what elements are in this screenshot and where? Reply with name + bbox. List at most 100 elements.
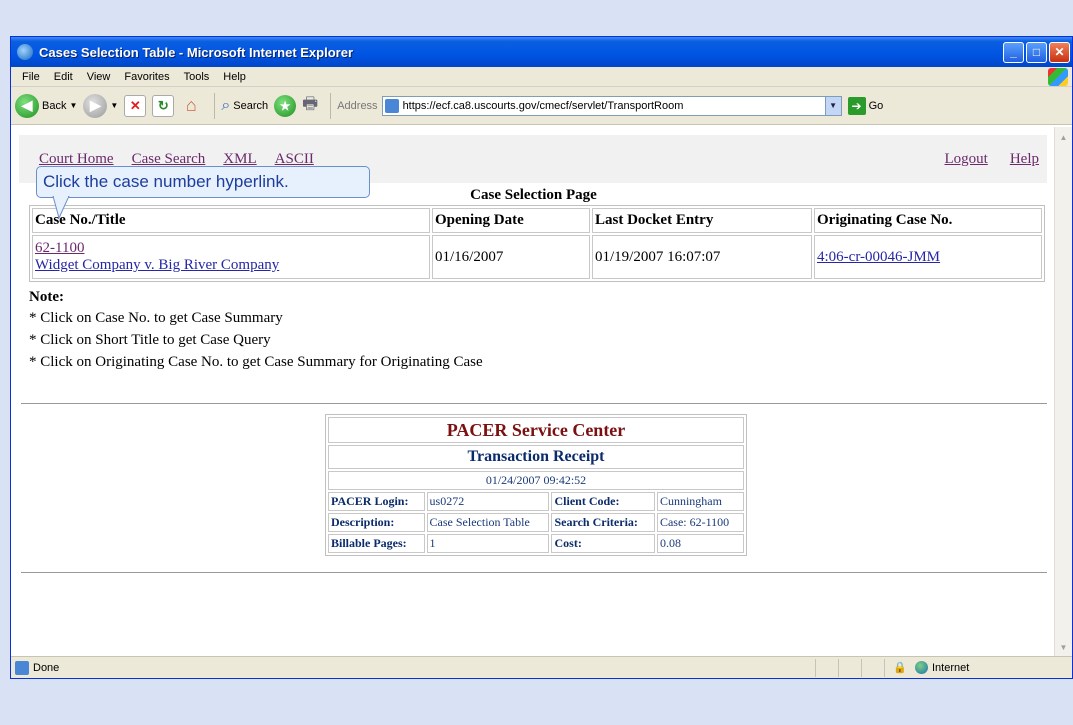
status-divider bbox=[884, 658, 886, 677]
originating-cell: 4:06-cr-00046-JMM bbox=[814, 235, 1042, 279]
receipt-key: Client Code: bbox=[551, 492, 655, 511]
maximize-button[interactable]: □ bbox=[1026, 41, 1047, 63]
table-row: 62-1100 Widget Company v. Big River Comp… bbox=[32, 235, 1042, 279]
note-line: * Click on Originating Case No. to get C… bbox=[29, 354, 483, 370]
toolbar-divider bbox=[214, 92, 216, 119]
address-url[interactable]: https://ecf.ca8.uscourts.gov/cmecf/servl… bbox=[403, 100, 684, 112]
ascii-link[interactable]: ASCII bbox=[275, 151, 314, 168]
printer-icon: 🖶 bbox=[302, 94, 319, 113]
go-button[interactable]: ➔ Go bbox=[847, 96, 884, 115]
receipt-key: Search Criteria: bbox=[551, 513, 655, 532]
window-controls: _ □ ✕ bbox=[1003, 41, 1072, 63]
security-zone: Internet bbox=[932, 661, 970, 674]
menu-favorites[interactable]: Favorites bbox=[117, 71, 176, 83]
column-header: Opening Date bbox=[432, 208, 590, 233]
search-button[interactable]: ⌕ Search bbox=[221, 97, 268, 115]
toolbar: ◀ Back ▼ ▶ ▼ ✕ ↻ ⌂ ⌕ Search ★ 🖶 Address bbox=[11, 87, 1072, 125]
page-status-icon bbox=[15, 660, 29, 675]
receipt-value: 1 bbox=[426, 534, 550, 553]
go-arrow-icon: ➔ bbox=[847, 96, 866, 115]
logout-link[interactable]: Logout bbox=[944, 151, 987, 168]
receipt-row: PACER Login: us0272 Client Code: Cunning… bbox=[328, 492, 744, 511]
receipt-value: us0272 bbox=[426, 492, 550, 511]
last-docket-cell: 01/19/2007 16:07:07 bbox=[592, 235, 812, 279]
case-number-link[interactable]: 62-1100 bbox=[35, 240, 84, 256]
title-bar: Cases Selection Table - Microsoft Intern… bbox=[11, 37, 1072, 67]
xml-link[interactable]: XML bbox=[223, 151, 256, 168]
status-bar: Done 🔒 Internet bbox=[11, 656, 1072, 678]
column-header: Last Docket Entry bbox=[592, 208, 812, 233]
home-icon: ⌂ bbox=[185, 95, 197, 115]
windows-flag-icon bbox=[1048, 68, 1068, 86]
stop-button[interactable]: ✕ bbox=[124, 94, 147, 117]
refresh-button[interactable]: ↻ bbox=[152, 94, 175, 117]
help-link[interactable]: Help bbox=[1010, 151, 1039, 168]
column-header: Originating Case No. bbox=[814, 208, 1042, 233]
close-button[interactable]: ✕ bbox=[1049, 41, 1070, 63]
menu-help[interactable]: Help bbox=[216, 71, 253, 83]
receipt-key: Cost: bbox=[551, 534, 655, 553]
receipt-key: Description: bbox=[328, 513, 425, 532]
case-title-cell: 62-1100 Widget Company v. Big River Comp… bbox=[32, 235, 430, 279]
go-label: Go bbox=[868, 99, 884, 112]
page-icon bbox=[384, 98, 399, 113]
ie-logo-icon bbox=[17, 44, 33, 60]
menu-file[interactable]: File bbox=[15, 71, 47, 83]
callout-pointer bbox=[52, 196, 70, 220]
receipt-key: PACER Login: bbox=[328, 492, 425, 511]
menu-tools[interactable]: Tools bbox=[177, 71, 217, 83]
status-text: Done bbox=[33, 661, 60, 674]
column-header: Case No./Title bbox=[32, 208, 430, 233]
receipt-value: Case Selection Table bbox=[426, 513, 550, 532]
note-line: * Click on Case No. to get Case Summary bbox=[29, 310, 283, 326]
originating-case-link[interactable]: 4:06-cr-00046-JMM bbox=[817, 249, 940, 265]
stop-icon: ✕ bbox=[124, 94, 147, 117]
window-title: Cases Selection Table - Microsoft Intern… bbox=[39, 44, 354, 60]
status-divider bbox=[838, 658, 840, 677]
receipt-datetime: 01/24/2007 09:42:52 bbox=[328, 471, 744, 490]
notes-heading: Note: bbox=[29, 289, 64, 305]
back-button[interactable]: ◀ Back ▼ bbox=[15, 93, 77, 118]
case-search-link[interactable]: Case Search bbox=[132, 151, 206, 168]
toolbar-divider bbox=[330, 92, 332, 119]
search-label: Search bbox=[233, 99, 269, 112]
favorites-button[interactable]: ★ bbox=[274, 94, 297, 117]
short-title-link[interactable]: Widget Company v. Big River Company bbox=[35, 257, 279, 273]
nav-right-group: Logout Help bbox=[922, 151, 1047, 168]
address-label: Address bbox=[337, 99, 378, 112]
home-button[interactable]: ⌂ bbox=[180, 95, 202, 117]
notes-section: Note: * Click on Case No. to get Case Su… bbox=[29, 289, 483, 376]
menu-bar: File Edit View Favorites Tools Help bbox=[11, 67, 1072, 87]
menu-edit[interactable]: Edit bbox=[47, 71, 80, 83]
print-button[interactable]: 🖶 bbox=[302, 91, 318, 120]
forward-button[interactable]: ▶ ▼ bbox=[83, 93, 118, 118]
note-line: * Click on Short Title to get Case Query bbox=[29, 332, 271, 348]
receipt-row: Description: Case Selection Table Search… bbox=[328, 513, 744, 532]
transaction-receipt: PACER Service Center Transaction Receipt… bbox=[325, 414, 747, 556]
divider bbox=[21, 572, 1047, 573]
receipt-value: Cunningham bbox=[656, 492, 744, 511]
back-arrow-icon: ◀ bbox=[15, 93, 39, 118]
forward-dropdown-icon[interactable]: ▼ bbox=[110, 101, 118, 110]
search-icon: ⌕ bbox=[221, 96, 231, 114]
divider bbox=[21, 403, 1047, 404]
address-bar[interactable]: https://ecf.ca8.uscourts.gov/cmecf/servl… bbox=[381, 95, 842, 116]
favorites-icon: ★ bbox=[274, 94, 297, 117]
scroll-down-icon[interactable]: ▼ bbox=[1056, 639, 1071, 655]
refresh-icon: ↻ bbox=[152, 94, 175, 117]
browser-window: Cases Selection Table - Microsoft Intern… bbox=[10, 36, 1073, 679]
back-dropdown-icon[interactable]: ▼ bbox=[69, 101, 77, 110]
menu-view[interactable]: View bbox=[80, 71, 118, 83]
lock-icon: 🔒 bbox=[893, 662, 907, 674]
minimize-button[interactable]: _ bbox=[1003, 41, 1024, 63]
address-dropdown-icon[interactable]: ▼ bbox=[824, 96, 841, 115]
status-divider bbox=[861, 658, 863, 677]
court-home-link[interactable]: Court Home bbox=[39, 151, 114, 168]
receipt-row: Billable Pages: 1 Cost: 0.08 bbox=[328, 534, 744, 553]
receipt-value: 0.08 bbox=[656, 534, 744, 553]
forward-arrow-icon: ▶ bbox=[83, 93, 108, 118]
scroll-up-icon[interactable]: ▲ bbox=[1056, 129, 1071, 145]
vertical-scrollbar[interactable]: ▲ ▼ bbox=[1054, 127, 1072, 657]
receipt-subtitle: Transaction Receipt bbox=[328, 445, 744, 469]
case-selection-table: Case No./Title Opening Date Last Docket … bbox=[29, 205, 1045, 282]
